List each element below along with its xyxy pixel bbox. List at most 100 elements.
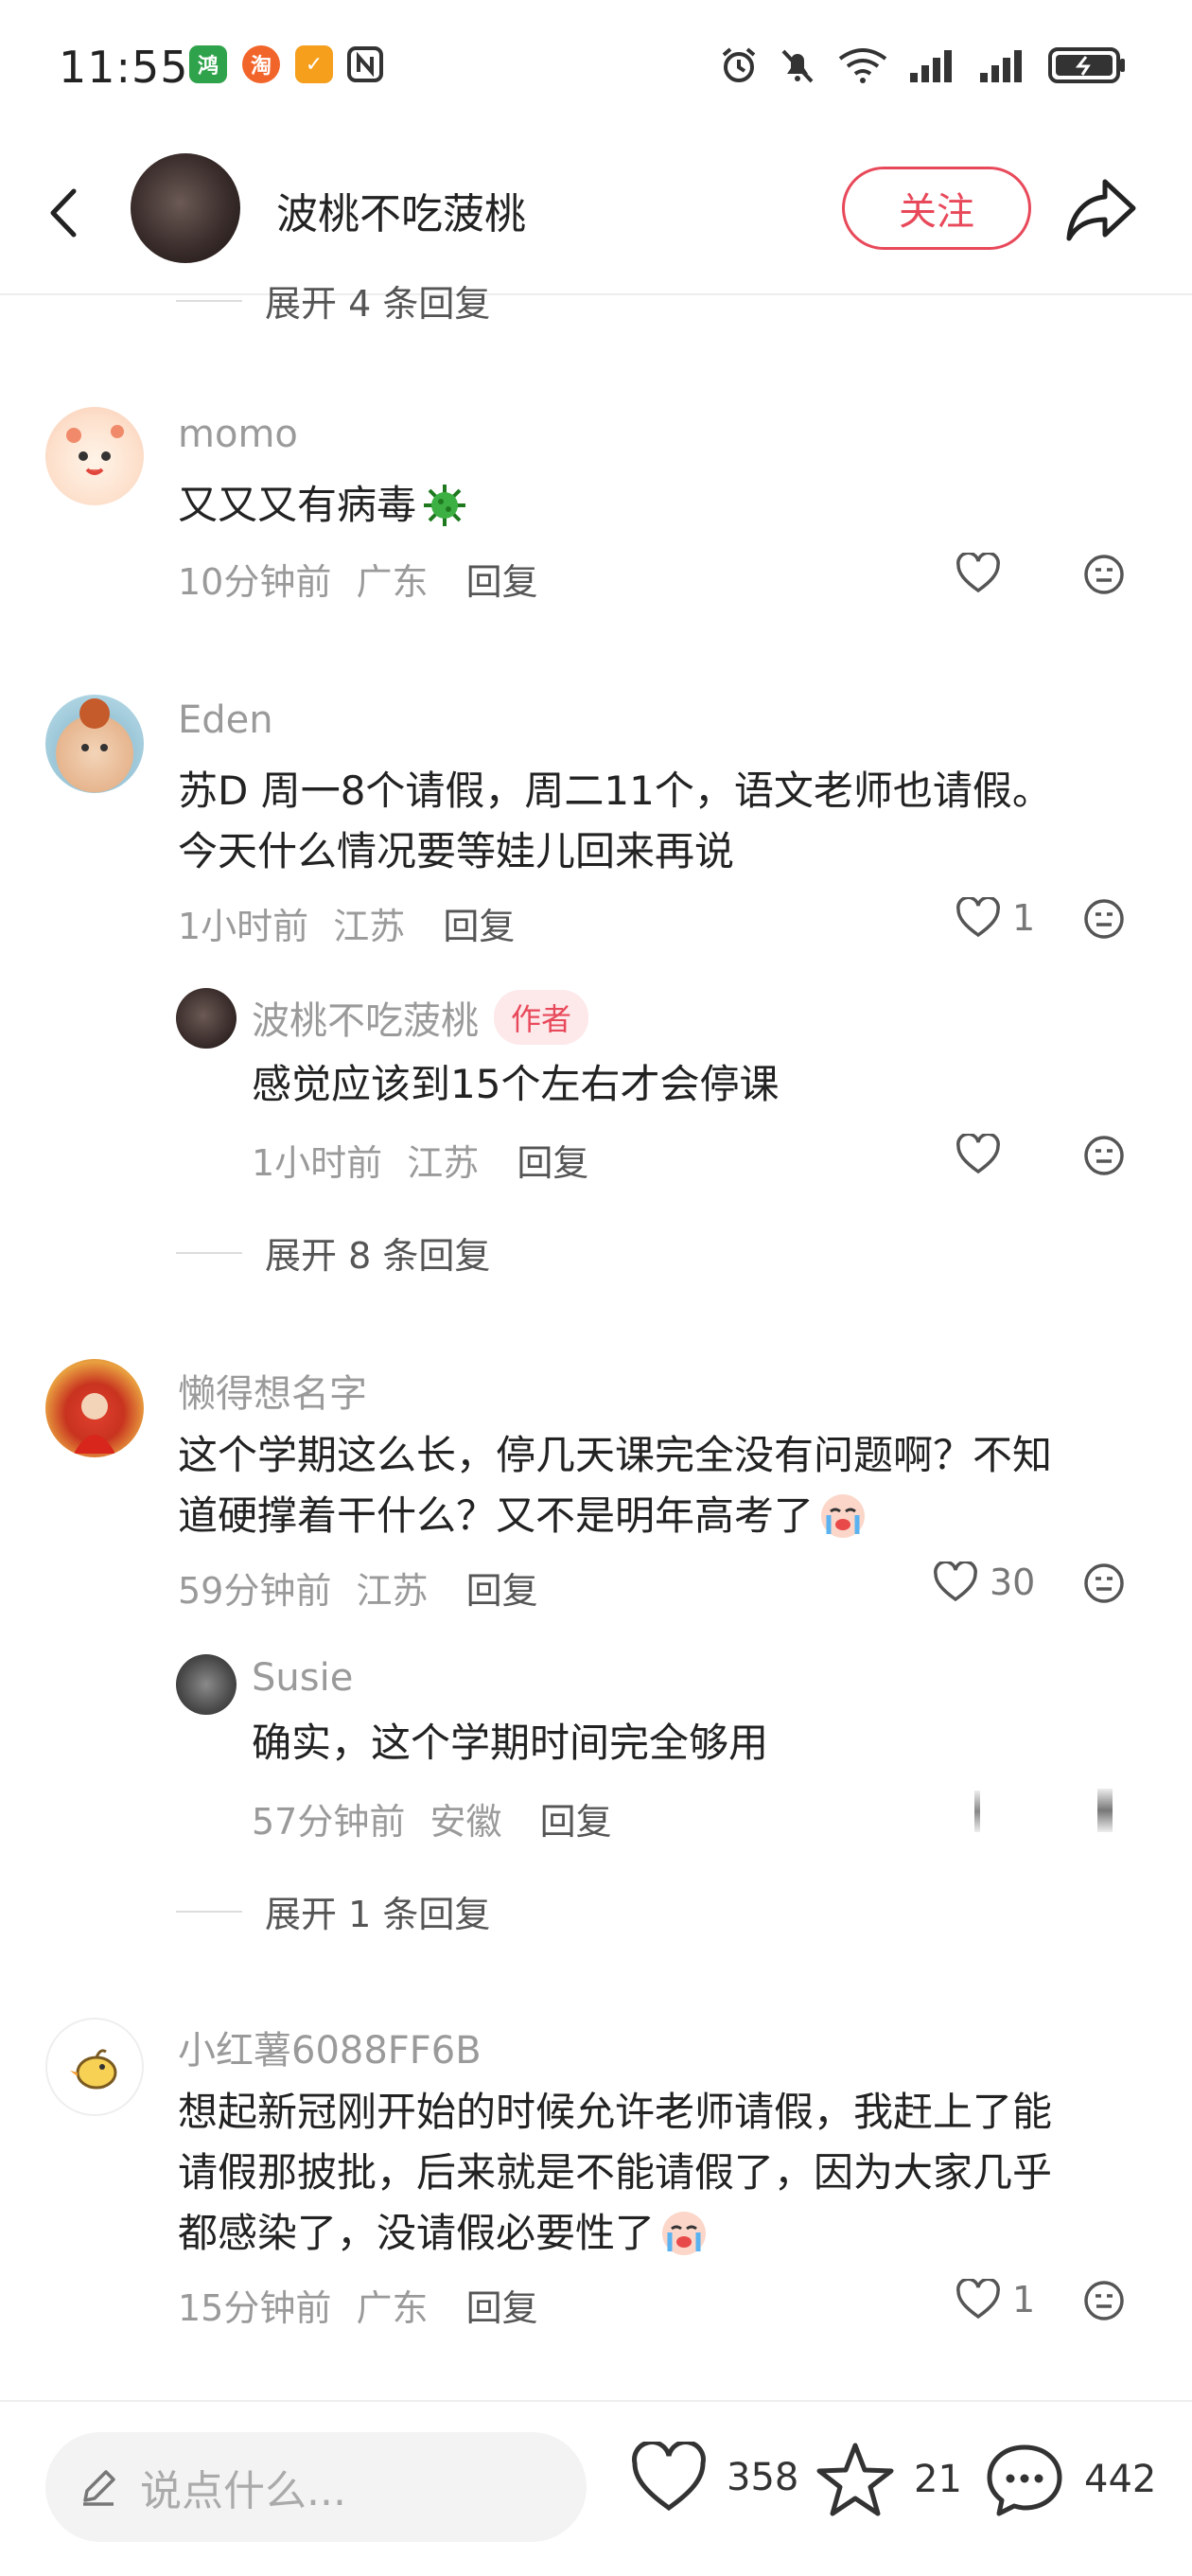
author-name[interactable]: 波桃不吃菠桃 xyxy=(276,180,526,240)
emoji-face-icon xyxy=(1084,899,1124,939)
mute-icon xyxy=(781,49,814,83)
crying-emoji-icon xyxy=(821,1494,866,1538)
comment-input-placeholder: 说点什么... xyxy=(140,2467,346,2515)
commenter-name[interactable]: Eden xyxy=(178,698,273,742)
expand-replies[interactable]: 展开 4 条回复 xyxy=(176,274,490,326)
comment-meta: 15分钟前 广东 回复 xyxy=(178,2279,538,2331)
emoji-face-icon xyxy=(1084,1563,1124,1603)
emoji-react-button[interactable] xyxy=(1082,1134,1126,1181)
comment-time: 15分钟前 xyxy=(178,2287,332,2329)
status-time: 11:55 xyxy=(59,42,189,93)
chat-bubble-icon xyxy=(987,2444,1062,2516)
reply-button[interactable]: 回复 xyxy=(517,1142,588,1184)
battery-icon xyxy=(1048,47,1125,83)
expand-label: 展开 8 条回复 xyxy=(265,1235,491,1277)
loading-like-icon[interactable] xyxy=(974,1791,980,1832)
commenter-avatar[interactable] xyxy=(45,695,144,793)
reply-author-name[interactable]: Susie xyxy=(252,1656,353,1700)
like-count: 1 xyxy=(1012,2279,1036,2320)
favorite-button[interactable]: 21 xyxy=(815,2442,962,2517)
reply-text: 确实，这个学期时间完全够用 xyxy=(252,1720,769,1766)
comment-text: 又又又有病毒 xyxy=(178,475,469,536)
like-button[interactable]: 1 xyxy=(955,897,1035,939)
reply-avatar[interactable] xyxy=(176,1654,237,1715)
reply-meta: 1小时前 江苏 回复 xyxy=(252,1134,588,1186)
share-icon xyxy=(1066,179,1136,241)
commenter-name[interactable]: 懒得想名字 xyxy=(178,1363,367,1418)
back-arrow-icon xyxy=(50,188,77,238)
like-post-button[interactable]: 358 xyxy=(630,2442,798,2514)
wifi-icon xyxy=(838,48,887,83)
comment-location: 江苏 xyxy=(356,1570,429,1612)
app-badge-icon: 淘 xyxy=(242,45,280,83)
comment-time: 10分钟前 xyxy=(178,561,332,603)
post-like-count: 358 xyxy=(727,2456,799,2499)
signal-icon xyxy=(980,50,1022,82)
comment-text: 这个学期这么长，停几天课完全没有问题啊？不知 道硬撑着干什么？又不是明年高考了 xyxy=(178,1425,1052,1546)
emoji-face-icon xyxy=(1084,1136,1124,1175)
emoji-react-button[interactable] xyxy=(1082,897,1126,944)
virus-emoji-icon xyxy=(424,485,466,526)
expand-label: 展开 1 条回复 xyxy=(265,1894,491,1935)
reply-button[interactable]: 回复 xyxy=(540,1801,612,1843)
comment-count-button[interactable]: 442 xyxy=(984,2442,1156,2517)
comment-text: 想起新冠刚开始的时候允许老师请假，我赶上了能 请假那披批，后来就是不能请假了，因… xyxy=(178,2082,1052,2264)
alarm-icon xyxy=(722,47,756,82)
loading-emoji-icon[interactable] xyxy=(1097,1789,1113,1832)
comment-time: 1小时前 xyxy=(178,906,309,947)
heart-icon xyxy=(956,553,1000,593)
favorite-count: 21 xyxy=(914,2458,962,2501)
status-icons xyxy=(719,45,1126,85)
commenter-avatar[interactable] xyxy=(45,1359,144,1457)
heart-icon xyxy=(632,2442,706,2512)
emoji-react-button[interactable] xyxy=(1082,2279,1126,2326)
author-avatar[interactable] xyxy=(131,153,240,263)
comment-location: 江苏 xyxy=(333,906,406,947)
comment-meta: 10分钟前 广东 回复 xyxy=(178,553,538,605)
emoji-react-button[interactable] xyxy=(1082,1561,1126,1609)
commenter-name[interactable]: 小红薯6088FF6B xyxy=(178,2020,482,2074)
crying-emoji-icon xyxy=(662,2212,707,2255)
reply-meta: 57分钟前 安徽 回复 xyxy=(252,1792,612,1844)
reply-time: 57分钟前 xyxy=(252,1801,406,1843)
reply-location: 安徽 xyxy=(429,1801,502,1843)
comment-meta: 1小时前 江苏 回复 xyxy=(178,897,515,949)
comment-input[interactable]: 说点什么... xyxy=(45,2432,587,2542)
commenter-avatar[interactable] xyxy=(45,407,144,505)
like-count: 1 xyxy=(1012,897,1036,939)
nfc-icon xyxy=(346,45,384,87)
reply-button[interactable]: 回复 xyxy=(443,906,515,947)
pencil-icon xyxy=(83,2470,115,2506)
star-icon xyxy=(816,2443,894,2516)
commenter-avatar[interactable] xyxy=(45,2018,144,2116)
reply-header: 波桃不吃菠桃 作者 xyxy=(252,990,589,1045)
reply-author-name[interactable]: 波桃不吃菠桃 xyxy=(252,990,479,1045)
heart-icon xyxy=(956,897,1000,938)
reply-location: 江苏 xyxy=(407,1142,480,1184)
app-badge-icon: ✓ xyxy=(295,45,333,83)
like-button[interactable]: 1 xyxy=(955,2279,1035,2320)
reply-text: 感觉应该到15个左右才会停课 xyxy=(252,1061,780,1107)
like-button[interactable] xyxy=(955,1134,1001,1175)
comment-text: 苏D 周一8个请假，周二11个，语文老师也请假。 今天什么情况要等娃儿回来再说 xyxy=(178,768,1052,874)
back-button[interactable] xyxy=(40,180,87,246)
comment-meta: 59分钟前 江苏 回复 xyxy=(178,1561,538,1614)
emoji-react-button[interactable] xyxy=(1082,553,1126,600)
comment-location: 广东 xyxy=(356,561,429,603)
app-badge-icon: 鸿 xyxy=(189,45,227,83)
reply-button[interactable]: 回复 xyxy=(466,561,538,603)
share-button[interactable] xyxy=(1063,174,1139,246)
reply-button[interactable]: 回复 xyxy=(466,2287,538,2329)
expand-replies[interactable]: 展开 8 条回复 xyxy=(176,1226,490,1279)
comment-location: 广东 xyxy=(356,2287,429,2329)
reply-avatar[interactable] xyxy=(176,988,237,1049)
commenter-name[interactable]: momo xyxy=(178,413,298,456)
heart-icon xyxy=(956,1134,1000,1174)
divider xyxy=(176,299,242,302)
reply-button[interactable]: 回复 xyxy=(466,1570,538,1612)
like-button[interactable]: 30 xyxy=(933,1561,1035,1603)
follow-button[interactable]: 关注 xyxy=(842,167,1031,250)
expand-replies[interactable]: 展开 1 条回复 xyxy=(176,1885,490,1937)
like-button[interactable] xyxy=(955,553,1012,594)
divider xyxy=(176,1251,242,1254)
